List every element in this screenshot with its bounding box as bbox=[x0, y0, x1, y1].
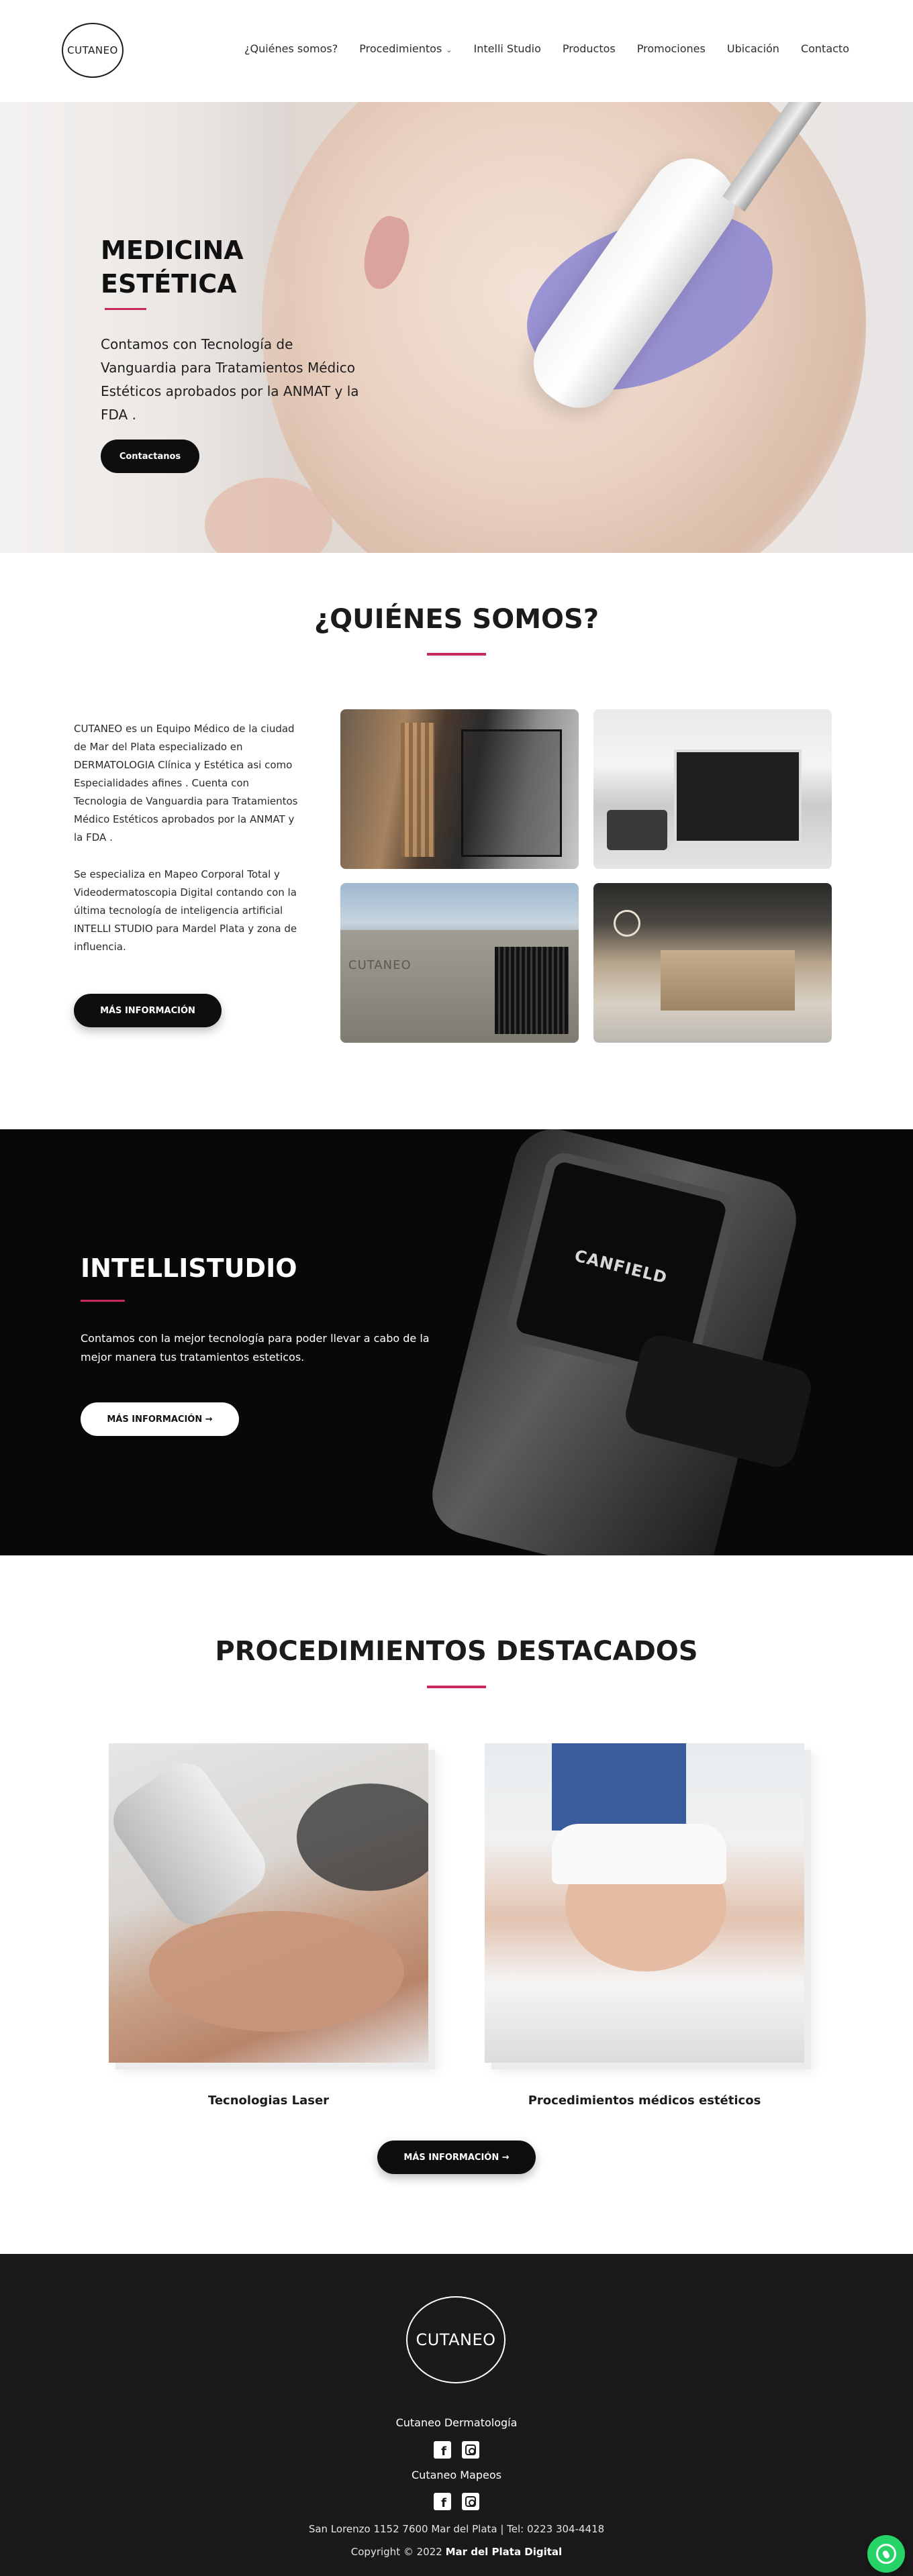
nav-item-procedimientos[interactable]: Procedimientos ⌄ bbox=[359, 42, 452, 55]
contactanos-button[interactable]: Contactanos bbox=[101, 440, 199, 473]
device-brand-label: CANFIELD bbox=[573, 1246, 669, 1288]
nav-item-promociones[interactable]: Promociones bbox=[637, 42, 706, 55]
copyright-brand-link[interactable]: Mar del Plata Digital bbox=[446, 2546, 563, 2558]
hero-slider bbox=[0, 102, 913, 553]
social-links-mapeos: f bbox=[434, 2493, 479, 2510]
nav-item-contacto[interactable]: Contacto bbox=[801, 42, 849, 55]
intellistudio-mas-informacion-button[interactable]: MÁS INFORMACIÓN → bbox=[81, 1402, 239, 1436]
quienes-somos-paragraph-2: Se especializa en Mapeo Corporal Total y… bbox=[74, 868, 297, 953]
logo-text: CUTANEO bbox=[67, 44, 118, 56]
site-logo[interactable]: CUTANEO bbox=[62, 23, 124, 78]
hero-title-underline bbox=[105, 308, 146, 310]
footer-label-mapeos: Cutaneo Mapeos bbox=[412, 2469, 501, 2481]
procedure-card-esteticos[interactable] bbox=[485, 1743, 804, 2063]
footer-logo[interactable]: CUTANEO bbox=[406, 2296, 506, 2383]
nav-item-ubicacion[interactable]: Ubicación bbox=[727, 42, 779, 55]
hero-text: Contamos con Tecnología de Vanguardia pa… bbox=[101, 336, 359, 423]
photo-clinic-reception bbox=[593, 883, 832, 1043]
facebook-icon[interactable]: f bbox=[434, 2493, 451, 2510]
procedure-card-laser[interactable] bbox=[109, 1743, 428, 2063]
quienes-somos-mas-informacion-button[interactable]: MÁS INFORMACIÓN bbox=[74, 994, 222, 1027]
intellistudio-title: INTELLISTUDIO bbox=[81, 1253, 297, 1283]
facade-sign: CUTANEO bbox=[348, 958, 412, 972]
photo-clinic-office bbox=[593, 709, 832, 869]
social-links-dermatologia: f bbox=[434, 2441, 479, 2459]
chevron-down-icon: ⌄ bbox=[446, 46, 452, 54]
quienes-somos-paragraph-1: CUTANEO es un Equipo Médico de la ciudad… bbox=[74, 723, 298, 843]
footer-label-dermatologia: Cutaneo Dermatología bbox=[395, 2416, 518, 2429]
main-nav: ¿Quiénes somos? Procedimientos ⌄ Intelli … bbox=[244, 42, 849, 55]
footer-address: San Lorenzo 1152 7600 Mar del Plata | Te… bbox=[308, 2523, 605, 2535]
instagram-icon[interactable] bbox=[462, 2441, 479, 2459]
facebook-icon[interactable]: f bbox=[434, 2441, 451, 2459]
quienes-somos-underline bbox=[427, 653, 486, 656]
intellistudio-underline bbox=[81, 1300, 125, 1302]
footer-copyright: Copyright © 2022 Mar del Plata Digital bbox=[0, 2546, 913, 2558]
instagram-icon[interactable] bbox=[462, 2493, 479, 2510]
site-header: CUTANEO ¿Quiénes somos? Procedimientos ⌄ … bbox=[0, 0, 913, 102]
intellistudio-text: Contamos con la mejor tecnología para po… bbox=[81, 1332, 430, 1363]
procedimientos-title: PROCEDIMIENTOS DESTACADOS bbox=[215, 1636, 698, 1667]
nav-item-intelli-studio[interactable]: Intelli Studio bbox=[474, 42, 541, 55]
procedure-caption-laser[interactable]: Tecnologias Laser bbox=[109, 2094, 428, 2108]
photo-clinic-facade: CUTANEO bbox=[340, 883, 579, 1043]
nav-item-productos[interactable]: Productos bbox=[563, 42, 616, 55]
nav-item-procedimientos-label: Procedimientos bbox=[359, 42, 442, 55]
footer-logo-text: CUTANEO bbox=[416, 2330, 496, 2349]
copyright-text: Copyright © 2022 bbox=[350, 2546, 442, 2558]
procedimientos-mas-informacion-button[interactable]: MÁS INFORMACIÓN → bbox=[377, 2141, 536, 2174]
photo-clinic-hallway bbox=[340, 709, 579, 869]
whatsapp-icon[interactable] bbox=[867, 2535, 905, 2573]
procedimientos-underline bbox=[427, 1686, 486, 1688]
procedure-caption-esteticos[interactable]: Procedimientos médicos estéticos bbox=[485, 2094, 804, 2108]
nav-item-quienes-somos[interactable]: ¿Quiénes somos? bbox=[244, 42, 338, 55]
quienes-somos-title: ¿QUIÉNES SOMOS? bbox=[314, 604, 599, 635]
hero-title: MEDICINA ESTÉTICA bbox=[101, 236, 244, 299]
